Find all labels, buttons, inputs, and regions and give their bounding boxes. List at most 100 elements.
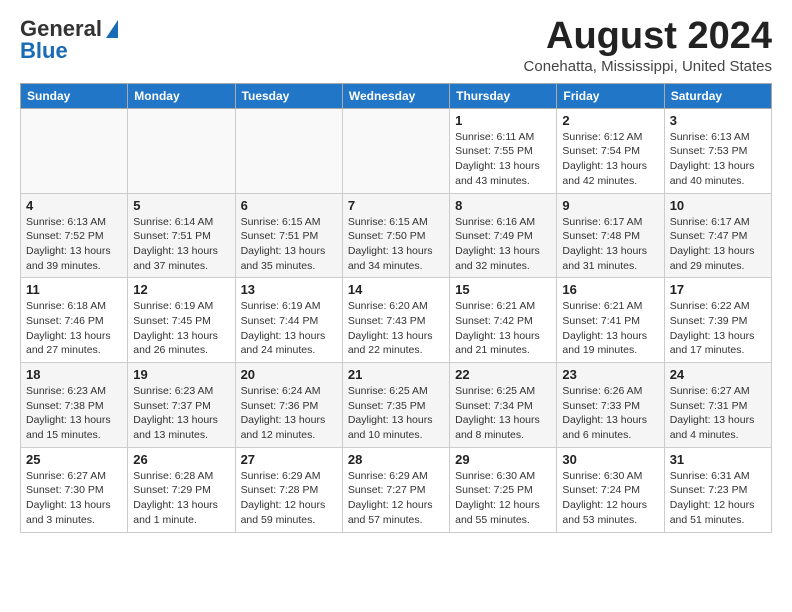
day-info: Sunrise: 6:17 AM Sunset: 7:47 PM Dayligh… (670, 215, 766, 274)
day-info: Sunrise: 6:23 AM Sunset: 7:37 PM Dayligh… (133, 384, 229, 443)
calendar-day-cell: 7 Sunrise: 6:15 AM Sunset: 7:50 PM Daylig… (342, 193, 449, 278)
day-info: Sunrise: 6:30 AM Sunset: 7:24 PM Dayligh… (562, 469, 658, 528)
day-number: 7 (348, 198, 444, 213)
day-number: 27 (241, 452, 337, 467)
calendar-day-cell: 25Sunrise: 6:27 AM Sunset: 7:30 PM Dayli… (21, 447, 128, 532)
calendar-day-cell: 29 Sunrise: 6:30 AM Sunset: 7:25 PM Dayli… (450, 447, 557, 532)
calendar-day-cell: 14 Sunrise: 6:20 AM Sunset: 7:43 PM Dayli… (342, 278, 449, 363)
calendar-day-cell: 21 Sunrise: 6:25 AM Sunset: 7:35 PM Dayli… (342, 363, 449, 448)
calendar-day-cell: 4 Sunrise: 6:13 AM Sunset: 7:52 PM Daylig… (21, 193, 128, 278)
day-info: Sunrise: 6:31 AM Sunset: 7:23 PM Dayligh… (670, 469, 766, 528)
calendar-day-cell: 18Sunrise: 6:23 AM Sunset: 7:38 PM Dayli… (21, 363, 128, 448)
day-info: Sunrise: 6:13 AM Sunset: 7:52 PM Dayligh… (26, 215, 122, 274)
calendar-day-cell: 20 Sunrise: 6:24 AM Sunset: 7:36 PM Dayli… (235, 363, 342, 448)
calendar-week-row: 1 Sunrise: 6:11 AM Sunset: 7:55 PM Daylig… (21, 108, 772, 193)
calendar-day-cell (235, 108, 342, 193)
day-number: 14 (348, 282, 444, 297)
day-number: 20 (241, 367, 337, 382)
day-of-week-header: Monday (128, 83, 235, 108)
calendar-day-cell: 26Sunrise: 6:28 AM Sunset: 7:29 PM Dayli… (128, 447, 235, 532)
calendar-day-cell: 28Sunrise: 6:29 AM Sunset: 7:27 PM Dayli… (342, 447, 449, 532)
day-info: Sunrise: 6:19 AM Sunset: 7:45 PM Dayligh… (133, 299, 229, 358)
calendar-day-cell: 16Sunrise: 6:21 AM Sunset: 7:41 PM Dayli… (557, 278, 664, 363)
day-info: Sunrise: 6:26 AM Sunset: 7:33 PM Dayligh… (562, 384, 658, 443)
calendar-day-cell: 17Sunrise: 6:22 AM Sunset: 7:39 PM Dayli… (664, 278, 771, 363)
day-number: 2 (562, 113, 658, 128)
day-number: 21 (348, 367, 444, 382)
month-year-title: August 2024 (524, 16, 772, 58)
calendar-day-cell: 6Sunrise: 6:15 AM Sunset: 7:51 PM Daylig… (235, 193, 342, 278)
day-number: 11 (26, 282, 122, 297)
calendar-header-row: SundayMondayTuesdayWednesdayThursdayFrid… (21, 83, 772, 108)
calendar-day-cell: 11 Sunrise: 6:18 AM Sunset: 7:46 PM Dayli… (21, 278, 128, 363)
calendar-day-cell: 13 Sunrise: 6:19 AM Sunset: 7:44 PM Dayli… (235, 278, 342, 363)
logo: General Blue (20, 16, 118, 64)
day-info: Sunrise: 6:18 AM Sunset: 7:46 PM Dayligh… (26, 299, 122, 358)
day-number: 13 (241, 282, 337, 297)
day-info: Sunrise: 6:14 AM Sunset: 7:51 PM Dayligh… (133, 215, 229, 274)
day-of-week-header: Sunday (21, 83, 128, 108)
calendar-day-cell: 24 Sunrise: 6:27 AM Sunset: 7:31 PM Dayli… (664, 363, 771, 448)
day-info: Sunrise: 6:19 AM Sunset: 7:44 PM Dayligh… (241, 299, 337, 358)
day-number: 6 (241, 198, 337, 213)
calendar-week-row: 18Sunrise: 6:23 AM Sunset: 7:38 PM Dayli… (21, 363, 772, 448)
calendar-day-cell: 12Sunrise: 6:19 AM Sunset: 7:45 PM Dayli… (128, 278, 235, 363)
day-number: 4 (26, 198, 122, 213)
day-info: Sunrise: 6:21 AM Sunset: 7:41 PM Dayligh… (562, 299, 658, 358)
day-info: Sunrise: 6:30 AM Sunset: 7:25 PM Dayligh… (455, 469, 551, 528)
calendar-day-cell (21, 108, 128, 193)
calendar-day-cell (342, 108, 449, 193)
day-info: Sunrise: 6:20 AM Sunset: 7:43 PM Dayligh… (348, 299, 444, 358)
day-info: Sunrise: 6:27 AM Sunset: 7:30 PM Dayligh… (26, 469, 122, 528)
day-info: Sunrise: 6:11 AM Sunset: 7:55 PM Dayligh… (455, 130, 551, 189)
day-number: 28 (348, 452, 444, 467)
calendar-day-cell: 19Sunrise: 6:23 AM Sunset: 7:37 PM Dayli… (128, 363, 235, 448)
day-of-week-header: Tuesday (235, 83, 342, 108)
calendar-week-row: 4 Sunrise: 6:13 AM Sunset: 7:52 PM Daylig… (21, 193, 772, 278)
day-number: 1 (455, 113, 551, 128)
day-number: 17 (670, 282, 766, 297)
day-info: Sunrise: 6:25 AM Sunset: 7:35 PM Dayligh… (348, 384, 444, 443)
calendar-week-row: 25Sunrise: 6:27 AM Sunset: 7:30 PM Dayli… (21, 447, 772, 532)
calendar-day-cell: 23 Sunrise: 6:26 AM Sunset: 7:33 PM Dayli… (557, 363, 664, 448)
day-info: Sunrise: 6:25 AM Sunset: 7:34 PM Dayligh… (455, 384, 551, 443)
day-info: Sunrise: 6:15 AM Sunset: 7:50 PM Dayligh… (348, 215, 444, 274)
day-info: Sunrise: 6:24 AM Sunset: 7:36 PM Dayligh… (241, 384, 337, 443)
day-info: Sunrise: 6:27 AM Sunset: 7:31 PM Dayligh… (670, 384, 766, 443)
day-info: Sunrise: 6:13 AM Sunset: 7:53 PM Dayligh… (670, 130, 766, 189)
day-info: Sunrise: 6:23 AM Sunset: 7:38 PM Dayligh… (26, 384, 122, 443)
day-number: 5 (133, 198, 229, 213)
location-subtitle: Conehatta, Mississippi, United States (524, 58, 772, 75)
calendar-day-cell: 1 Sunrise: 6:11 AM Sunset: 7:55 PM Daylig… (450, 108, 557, 193)
day-number: 29 (455, 452, 551, 467)
day-number: 24 (670, 367, 766, 382)
day-info: Sunrise: 6:21 AM Sunset: 7:42 PM Dayligh… (455, 299, 551, 358)
calendar-table: SundayMondayTuesdayWednesdayThursdayFrid… (20, 83, 772, 533)
calendar-day-cell: 9 Sunrise: 6:17 AM Sunset: 7:48 PM Daylig… (557, 193, 664, 278)
day-info: Sunrise: 6:28 AM Sunset: 7:29 PM Dayligh… (133, 469, 229, 528)
day-number: 8 (455, 198, 551, 213)
day-number: 9 (562, 198, 658, 213)
day-number: 10 (670, 198, 766, 213)
calendar-day-cell: 22Sunrise: 6:25 AM Sunset: 7:34 PM Dayli… (450, 363, 557, 448)
day-info: Sunrise: 6:12 AM Sunset: 7:54 PM Dayligh… (562, 130, 658, 189)
logo-icon (106, 20, 118, 38)
calendar-day-cell: 31Sunrise: 6:31 AM Sunset: 7:23 PM Dayli… (664, 447, 771, 532)
calendar-day-cell: 30Sunrise: 6:30 AM Sunset: 7:24 PM Dayli… (557, 447, 664, 532)
page-header: General Blue August 2024 Conehatta, Miss… (20, 16, 772, 75)
day-number: 23 (562, 367, 658, 382)
day-of-week-header: Friday (557, 83, 664, 108)
calendar-day-cell: 15 Sunrise: 6:21 AM Sunset: 7:42 PM Dayli… (450, 278, 557, 363)
day-of-week-header: Saturday (664, 83, 771, 108)
calendar-day-cell: 2 Sunrise: 6:12 AM Sunset: 7:54 PM Daylig… (557, 108, 664, 193)
day-info: Sunrise: 6:16 AM Sunset: 7:49 PM Dayligh… (455, 215, 551, 274)
calendar-day-cell: 5 Sunrise: 6:14 AM Sunset: 7:51 PM Daylig… (128, 193, 235, 278)
day-info: Sunrise: 6:17 AM Sunset: 7:48 PM Dayligh… (562, 215, 658, 274)
day-of-week-header: Thursday (450, 83, 557, 108)
day-number: 3 (670, 113, 766, 128)
calendar-day-cell: 8 Sunrise: 6:16 AM Sunset: 7:49 PM Daylig… (450, 193, 557, 278)
day-number: 15 (455, 282, 551, 297)
calendar-day-cell: 3 Sunrise: 6:13 AM Sunset: 7:53 PM Daylig… (664, 108, 771, 193)
calendar-day-cell (128, 108, 235, 193)
day-of-week-header: Wednesday (342, 83, 449, 108)
